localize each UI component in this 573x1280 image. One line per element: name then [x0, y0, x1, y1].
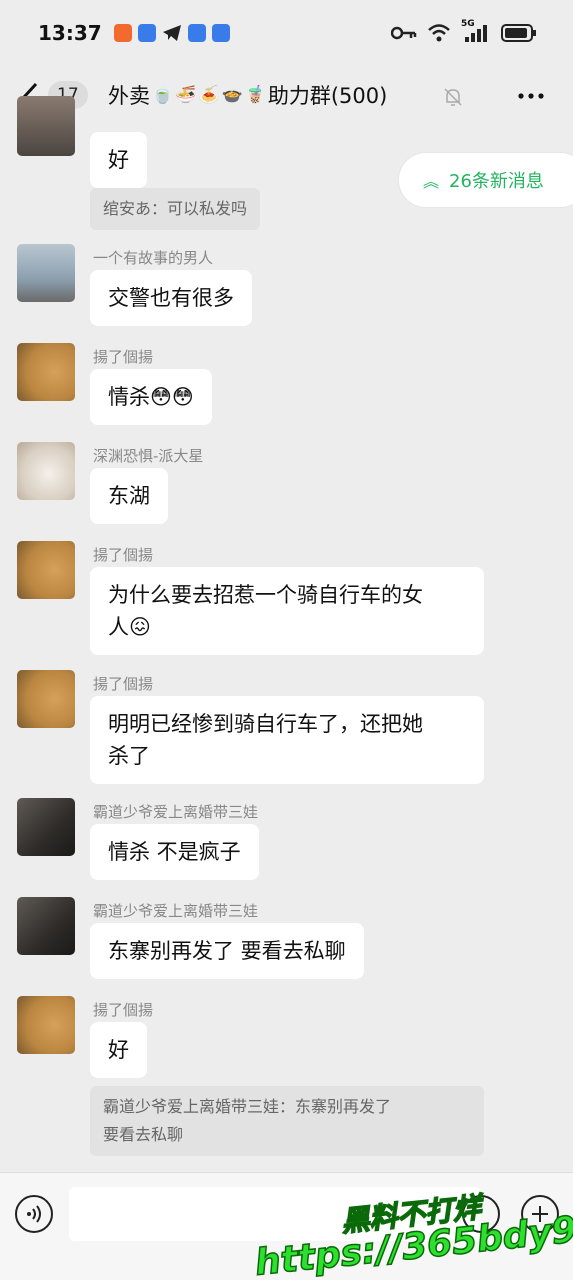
- message-bubble[interactable]: 为什么要去招惹一个骑自行车的女 人😖: [90, 567, 484, 655]
- quoted-message[interactable]: 霸道少爷爱上离婚带三娃：东寨别再发了 要看去私聊: [90, 1086, 484, 1156]
- quoted-message[interactable]: 绾安あ：可以私发吗: [90, 188, 261, 230]
- quote-text: 霸道少爷爱上离婚带三娃：东寨别再发了: [103, 1097, 392, 1116]
- status-bar: 13:37 5G: [0, 0, 573, 66]
- app-notification-icon: [211, 24, 230, 42]
- more-options-button[interactable]: [516, 84, 546, 108]
- sender-name: 霸道少爷爱上离婚带三娃: [93, 902, 259, 920]
- cat-avatar[interactable]: [17, 541, 75, 599]
- sender-name: 霸道少爷爱上离婚带三娃: [93, 803, 259, 821]
- telegram-icon: [162, 25, 181, 41]
- title-emoji: 🍲: [221, 85, 243, 105]
- voice-icon: [27, 1205, 41, 1223]
- avatar[interactable]: [17, 244, 75, 302]
- avatar[interactable]: [17, 442, 75, 500]
- cat-avatar[interactable]: [17, 996, 75, 1054]
- message-text: 情杀😳😳: [108, 385, 194, 409]
- message-bubble[interactable]: 情杀😳😳: [90, 369, 212, 425]
- sender-name: 深渊恐惧-派大星: [93, 447, 204, 465]
- message-text: 东寨别再发了 要看去私聊: [108, 939, 346, 963]
- title-emoji: 🍝: [198, 85, 220, 105]
- network-type: 5G: [461, 19, 475, 29]
- message-text: 杀了: [108, 744, 150, 768]
- message-text: 好: [108, 148, 129, 172]
- avatar[interactable]: [17, 897, 75, 955]
- app-notification-icon: [113, 24, 132, 42]
- avatar[interactable]: [17, 96, 75, 156]
- message-bubble[interactable]: 东湖: [90, 468, 168, 524]
- battery-icon: [501, 24, 536, 42]
- message-bubble[interactable]: 东寨别再发了 要看去私聊: [90, 923, 364, 979]
- sender-name: 揚了個揚: [93, 675, 154, 693]
- chat-title[interactable]: 外卖 🍵 🍜 🍝 🍲 🧋 助力群(500): [108, 80, 387, 110]
- sender-name: 一个有故事的男人: [93, 249, 214, 267]
- title-emoji: 🍜: [175, 85, 197, 105]
- input-bar: 黑料不打烊 https://365bdy9.com: [0, 1172, 573, 1280]
- message-bubble[interactable]: 好: [90, 132, 147, 188]
- message-text: 人😖: [108, 615, 151, 639]
- chat-header: 17 外卖 🍵 🍜 🍝 🍲 🧋 助力群(500): [0, 66, 573, 126]
- title-emoji: 🧋: [244, 85, 266, 105]
- message-text: 东湖: [108, 484, 150, 508]
- cat-avatar[interactable]: [17, 343, 75, 401]
- message-text: 明明已经惨到骑自行车了，还把她: [108, 712, 423, 736]
- chevron-up-icon: ︽: [423, 172, 440, 191]
- message-text: 交警也有很多: [108, 286, 234, 310]
- title-emojis: 🍵 🍜 🍝 🍲 🧋: [152, 85, 266, 105]
- mute-bell-icon: [444, 88, 462, 106]
- sender-name: 揚了個揚: [93, 546, 154, 564]
- quote-text: 绾安あ：可以私发吗: [103, 199, 248, 218]
- signal-icon: 5G: [461, 19, 491, 43]
- new-messages-button[interactable]: ︽ 26条新消息: [398, 152, 573, 208]
- voice-input-button[interactable]: [15, 1195, 53, 1233]
- system-status-icons: 5G: [391, 19, 537, 43]
- status-time: 13:37: [38, 21, 102, 45]
- chat-title-prefix: 外卖: [108, 84, 150, 108]
- key-icon: [391, 26, 417, 40]
- quote-text: 要看去私聊: [103, 1125, 184, 1144]
- message-bubble[interactable]: 好: [90, 1022, 147, 1078]
- notification-icons: [113, 24, 230, 42]
- message-bubble[interactable]: 交警也有很多: [90, 270, 252, 326]
- message-text: 为什么要去招惹一个骑自行车的女: [108, 583, 423, 607]
- sender-name: 揚了個揚: [93, 1001, 154, 1019]
- message-bubble[interactable]: 明明已经惨到骑自行车了，还把她 杀了: [90, 696, 484, 784]
- app-notification-icon: [137, 24, 156, 42]
- cat-avatar[interactable]: [17, 670, 75, 728]
- app-notification-icon: [187, 24, 206, 42]
- avatar[interactable]: [17, 798, 75, 856]
- wifi-icon: [428, 24, 450, 42]
- message-bubble[interactable]: 情杀 不是疯子: [90, 824, 259, 880]
- chat-title-suffix: 助力群(500): [267, 84, 388, 108]
- sender-name: 揚了個揚: [93, 348, 154, 366]
- title-emoji: 🍵: [152, 85, 174, 105]
- message-text: 情杀 不是疯子: [108, 840, 241, 864]
- new-messages-label: 26条新消息: [449, 171, 544, 192]
- message-text: 好: [108, 1038, 129, 1062]
